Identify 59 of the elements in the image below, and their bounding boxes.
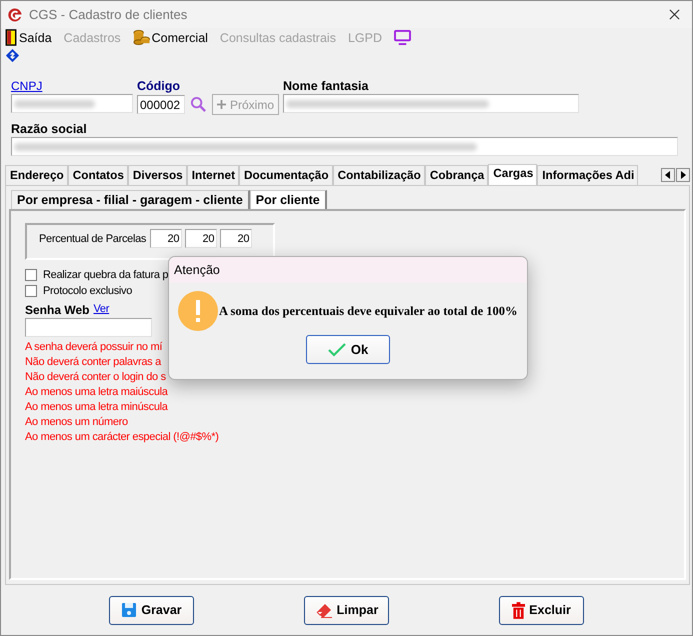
- input-field[interactable]: [11, 94, 133, 113]
- menu-item[interactable]: Saída: [5, 29, 52, 46]
- tab[interactable]: Internet: [186, 165, 239, 185]
- field-label: Nome fantasia: [283, 79, 368, 93]
- input-field[interactable]: 000002: [137, 95, 185, 114]
- input-field[interactable]: 20: [150, 229, 182, 248]
- field-label: Código: [137, 79, 180, 93]
- cnpj-link[interactable]: CNPJ: [11, 79, 42, 93]
- tab[interactable]: Diversos: [128, 165, 187, 185]
- eraser-icon: [314, 602, 333, 618]
- plus-icon: [217, 100, 226, 109]
- rule-text: Ao menos um carácter especial (!@#$%*): [25, 430, 219, 445]
- input-field[interactable]: 20: [220, 229, 252, 248]
- menu-item[interactable]: Comercial: [132, 29, 208, 46]
- door-icon: [5, 29, 17, 46]
- app-logo-icon: [7, 6, 23, 22]
- checkbox-label: Realizar quebra da fatura p: [43, 269, 168, 281]
- show-password-link[interactable]: Ver: [93, 303, 110, 315]
- action-button[interactable]: Excluir: [499, 596, 584, 624]
- input-field[interactable]: [11, 137, 678, 156]
- checkbox[interactable]: [25, 285, 37, 297]
- dialog-title: Atenção: [169, 257, 527, 283]
- field-label: Razão social: [11, 122, 87, 136]
- field-label: Percentual de Parcelas: [39, 232, 146, 244]
- checkbox-label: Protocolo exclusivo: [43, 285, 132, 297]
- tab[interactable]: Documentação: [239, 165, 333, 185]
- rule-text: Ao menos uma letra minúscula: [25, 400, 168, 415]
- scroll-left-icon[interactable]: [661, 168, 675, 182]
- trash-icon: [512, 602, 526, 618]
- rule-text: A senha deverá possuir no mí: [25, 340, 162, 355]
- tab[interactable]: Endereço: [5, 165, 68, 185]
- scroll-right-icon[interactable]: [676, 168, 690, 182]
- rule-text: Ao menos um número: [25, 415, 128, 430]
- check-icon: [328, 342, 346, 356]
- password-field[interactable]: [25, 318, 152, 337]
- ok-button[interactable]: Ok: [306, 335, 390, 364]
- tab[interactable]: Cargas: [488, 164, 538, 185]
- tab[interactable]: Por cliente: [250, 190, 327, 209]
- input-field[interactable]: [283, 94, 580, 113]
- window-title: CGS - Cadastro de clientes: [29, 7, 188, 22]
- tab[interactable]: Por empresa - filial - garagem - cliente: [11, 190, 250, 209]
- field-label: Senha Web: [25, 303, 90, 317]
- tab[interactable]: Contabilização: [332, 165, 425, 185]
- rule-text: Ao menos uma letra maiúscula: [25, 385, 168, 400]
- search-icon[interactable]: [190, 96, 207, 113]
- action-button[interactable]: Gravar: [109, 596, 194, 624]
- tab[interactable]: Contatos: [68, 165, 128, 185]
- dialog-message: A soma dos percentuais deve equivaler ao total de 100%: [219, 304, 518, 318]
- rule-text: Não deverá conter o login do s: [25, 370, 166, 385]
- tab[interactable]: Informações Adi: [537, 165, 638, 185]
- coins-icon: [132, 29, 150, 46]
- input-field[interactable]: 20: [185, 229, 218, 248]
- refresh-icon[interactable]: [5, 48, 20, 63]
- rule-text: Não deverá conter palavras a: [25, 355, 161, 370]
- action-button[interactable]: Limpar: [304, 596, 389, 624]
- monitor-icon[interactable]: [394, 30, 411, 45]
- close-icon[interactable]: [669, 9, 680, 20]
- checkbox[interactable]: [25, 269, 37, 281]
- warning-icon: [178, 291, 218, 331]
